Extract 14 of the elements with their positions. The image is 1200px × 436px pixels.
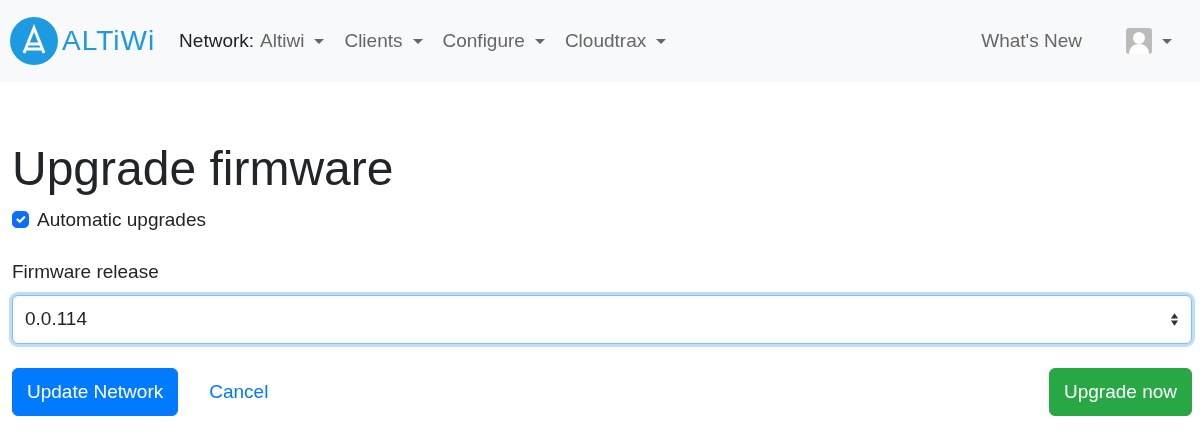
update-network-button[interactable]: Update Network	[12, 367, 179, 417]
network-label: Network:	[179, 28, 255, 53]
firmware-select[interactable]: 0.0.114	[12, 294, 1192, 344]
nav-menu[interactable]: Clients	[334, 26, 433, 56]
nav-menu[interactable]: Configure	[432, 26, 555, 56]
nav-menu[interactable]: Cloudtrax	[554, 26, 677, 56]
upgrade-now-button[interactable]: Upgrade now	[1048, 367, 1192, 417]
page-title: Upgrade firmware	[12, 141, 395, 197]
whats-new-link[interactable]: What's New	[971, 26, 1092, 56]
nav-menu[interactable]: Altiwi	[258, 26, 335, 56]
field-label: Firmware release	[12, 260, 159, 285]
cancel-link[interactable]: Cancel	[194, 367, 284, 417]
checkbox-label: Automatic upgrades	[37, 207, 206, 232]
logo-text[interactable]: ALTiWi	[62, 20, 156, 62]
